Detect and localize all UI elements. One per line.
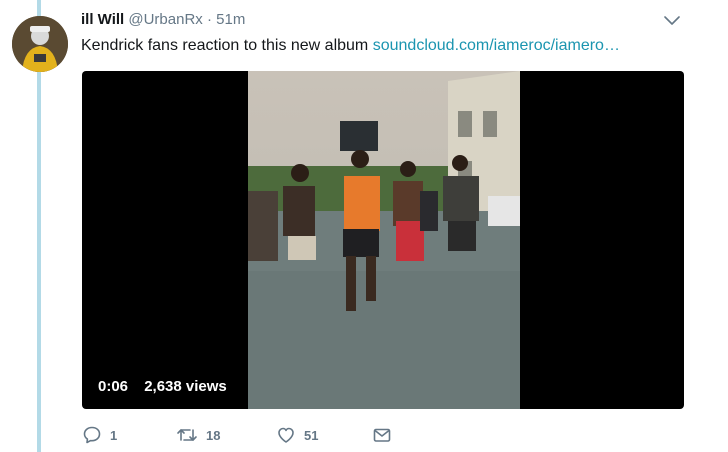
tweet-link[interactable]: soundcloud.com/iameroc/iamero… (373, 37, 620, 54)
retweet-button[interactable]: 18 (176, 425, 220, 445)
avatar-image (12, 16, 68, 72)
heart-icon (278, 427, 294, 443)
envelope-icon (373, 428, 391, 442)
like-count: 51 (304, 427, 319, 443)
message-button[interactable] (372, 425, 392, 445)
user-handle[interactable]: @UrbanRx (128, 11, 202, 28)
retweet-count: 18 (206, 427, 221, 443)
separator-dot: · (206, 11, 212, 28)
tweet-body: Kendrick fans reaction to this new album (81, 37, 369, 54)
video-meta: 0:06 2,638 views (98, 378, 227, 395)
tweet-header: ill Will @UrbanRx · 51m (81, 11, 245, 31)
tweet-time[interactable]: 51m (216, 11, 245, 28)
video-views: 2,638 views (144, 378, 227, 395)
reply-button[interactable]: 1 (82, 425, 117, 445)
reply-bubble-icon (83, 426, 101, 444)
avatar[interactable] (12, 16, 68, 72)
display-name[interactable]: ill Will (81, 11, 124, 28)
video-duration: 0:06 (98, 378, 129, 395)
like-button[interactable]: 51 (276, 425, 318, 445)
retweet-arrows-icon (177, 429, 197, 441)
reply-count: 1 (110, 427, 118, 443)
video-frame (248, 71, 520, 409)
chevron-down-icon[interactable] (664, 14, 680, 26)
tweet-text: Kendrick fans reaction to this new album… (81, 37, 620, 55)
video-player[interactable]: 0:06 2,638 views (82, 71, 684, 409)
